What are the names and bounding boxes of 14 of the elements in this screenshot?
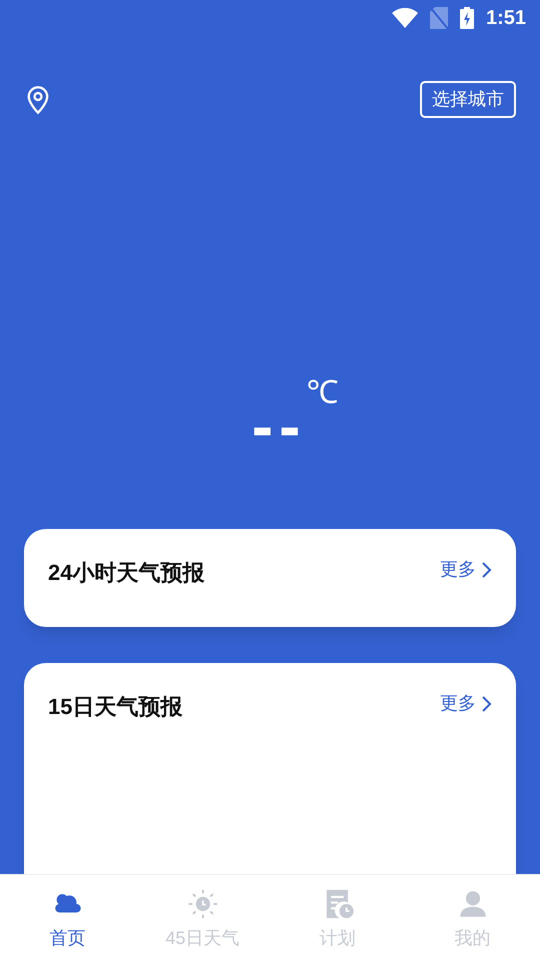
chevron-right-icon	[480, 694, 492, 712]
more-link[interactable]: 更多	[440, 690, 492, 717]
more-link[interactable]: 更多	[440, 556, 492, 583]
select-city-button[interactable]: 选择城市	[420, 81, 516, 118]
card-title: 15日天气预报	[48, 693, 182, 721]
temperature-unit: ℃	[306, 374, 338, 410]
status-time: 1:51	[486, 6, 526, 31]
battery-charging-icon	[460, 7, 474, 29]
chevron-right-icon	[480, 560, 492, 578]
wifi-icon	[392, 8, 418, 28]
no-sim-icon	[430, 7, 448, 29]
temperature-value: --	[252, 394, 306, 459]
nav-tab[interactable]: 首页	[0, 875, 135, 960]
card-title: 24小时天气预报	[48, 559, 204, 587]
